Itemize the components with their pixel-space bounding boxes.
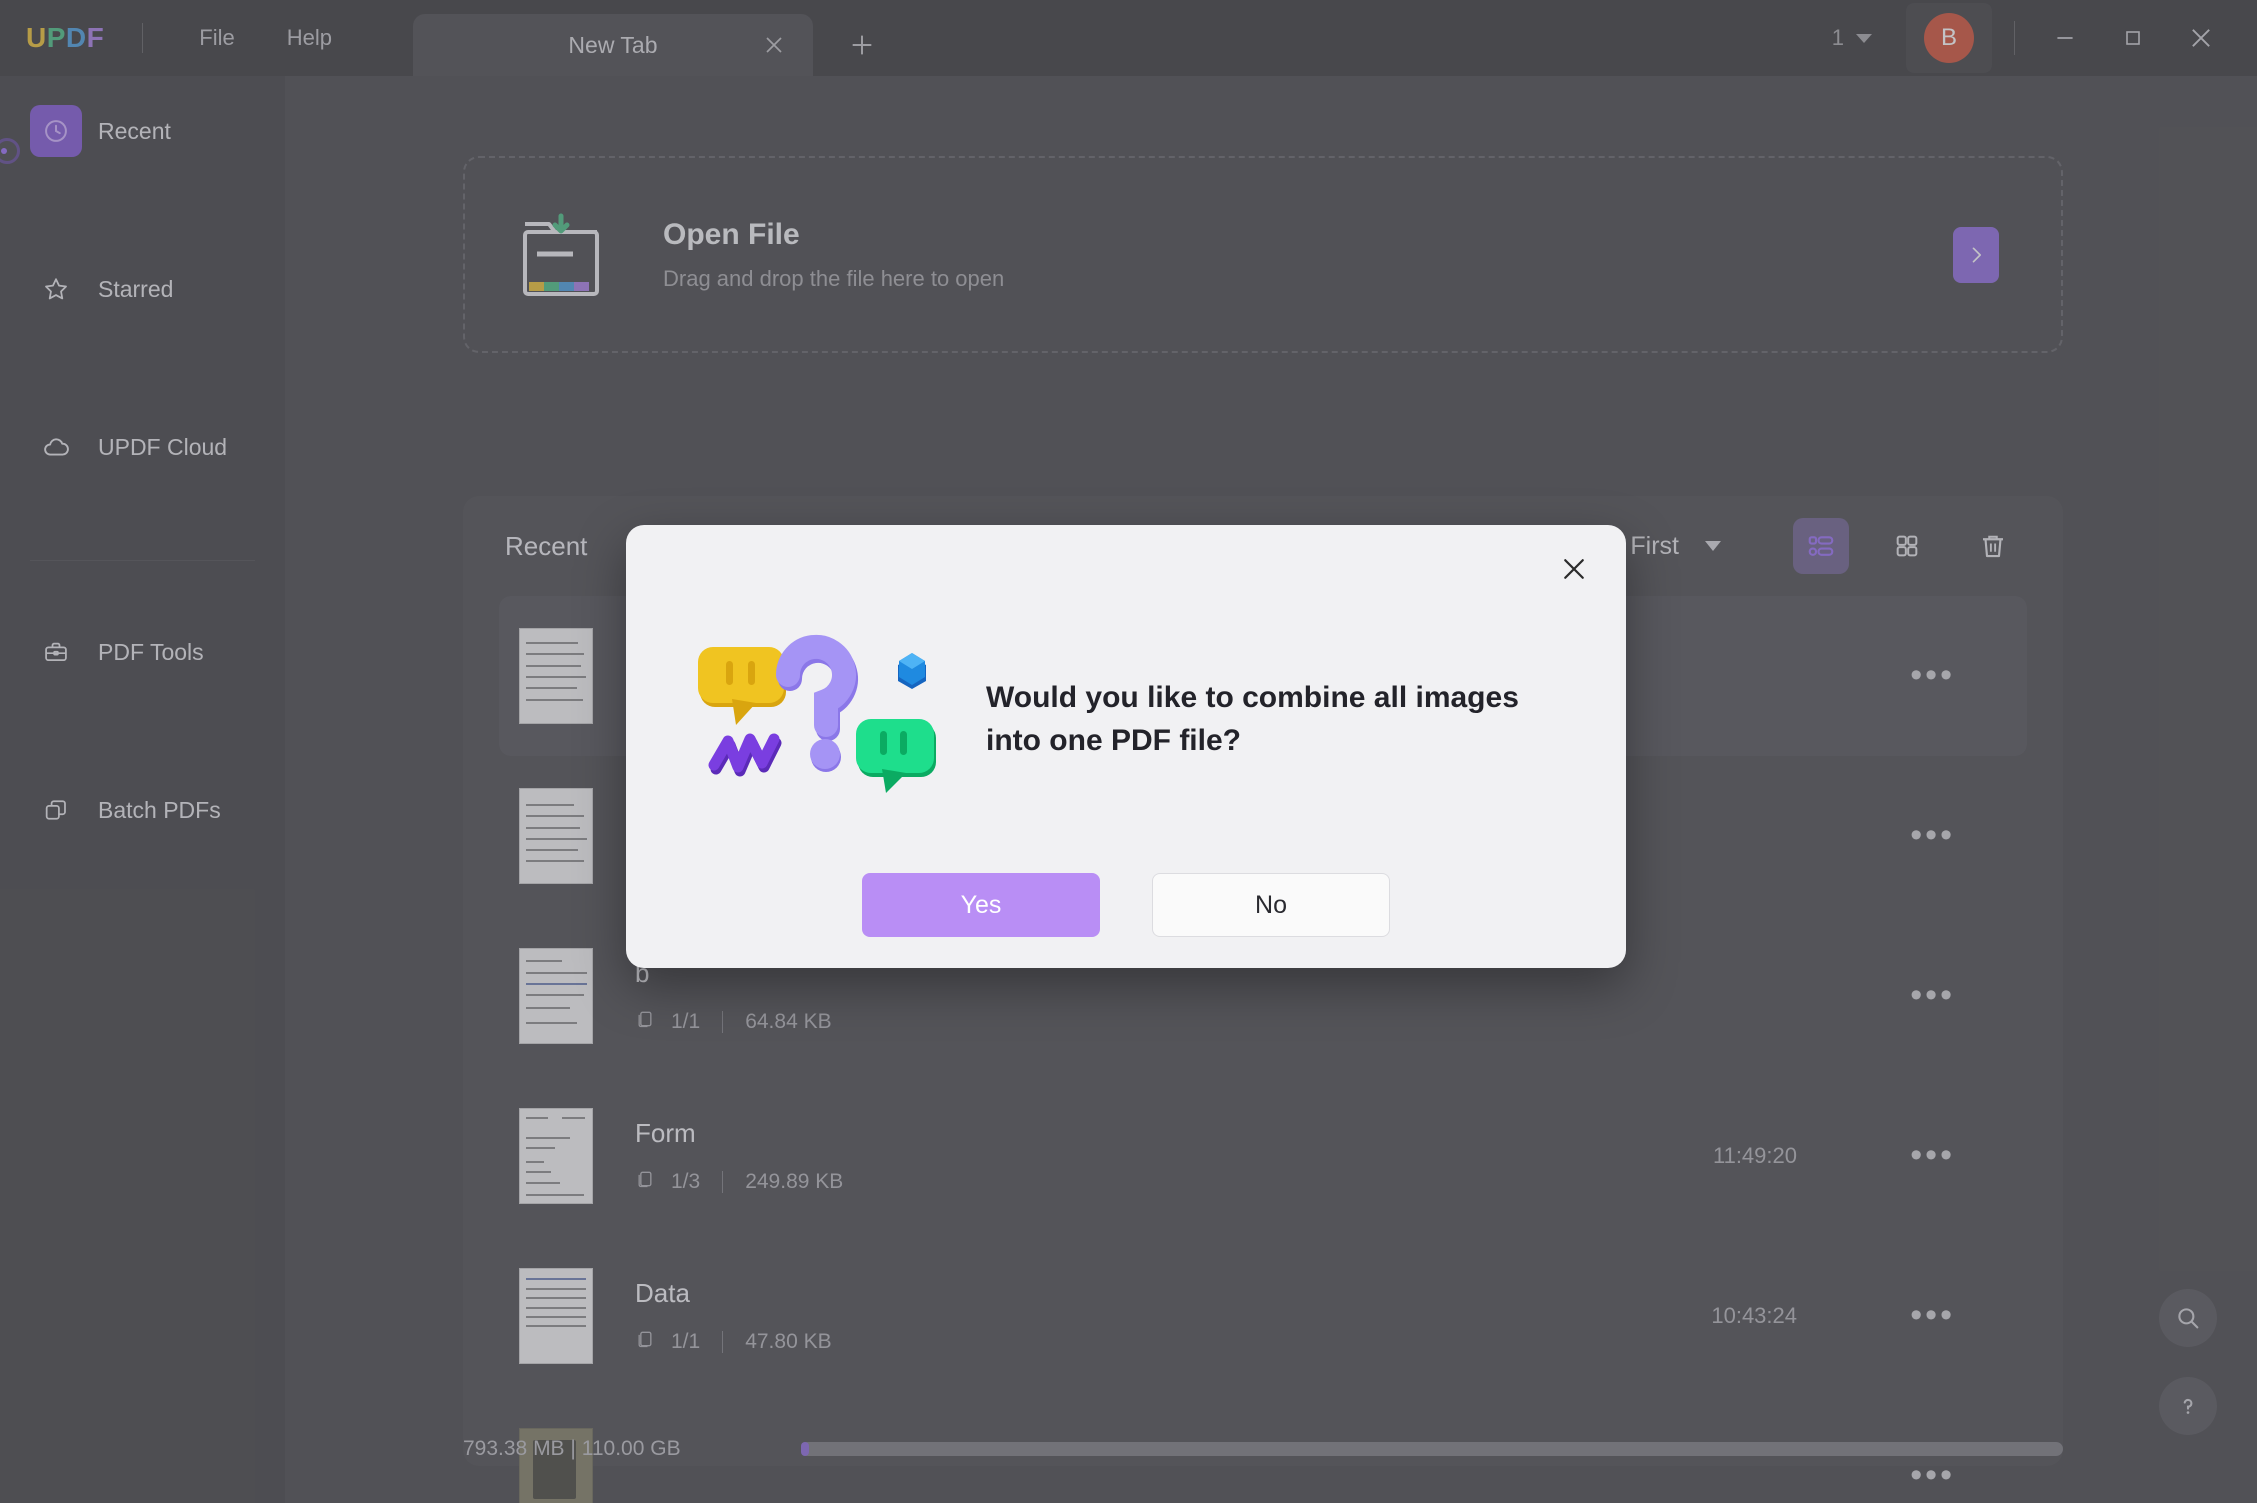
no-button[interactable]: No [1152, 873, 1390, 937]
dialog-message: Would you like to combine all images int… [986, 681, 1519, 757]
yes-button[interactable]: Yes [862, 873, 1100, 937]
combine-images-dialog: Would you like to combine all images int… [626, 525, 1626, 968]
dialog-actions: Yes No [626, 873, 1626, 937]
updf-window: U P D F File Help New Tab 1 B Recent Sta… [0, 0, 2257, 1503]
question-illustration-icon [686, 633, 946, 813]
close-icon[interactable] [1552, 547, 1596, 591]
